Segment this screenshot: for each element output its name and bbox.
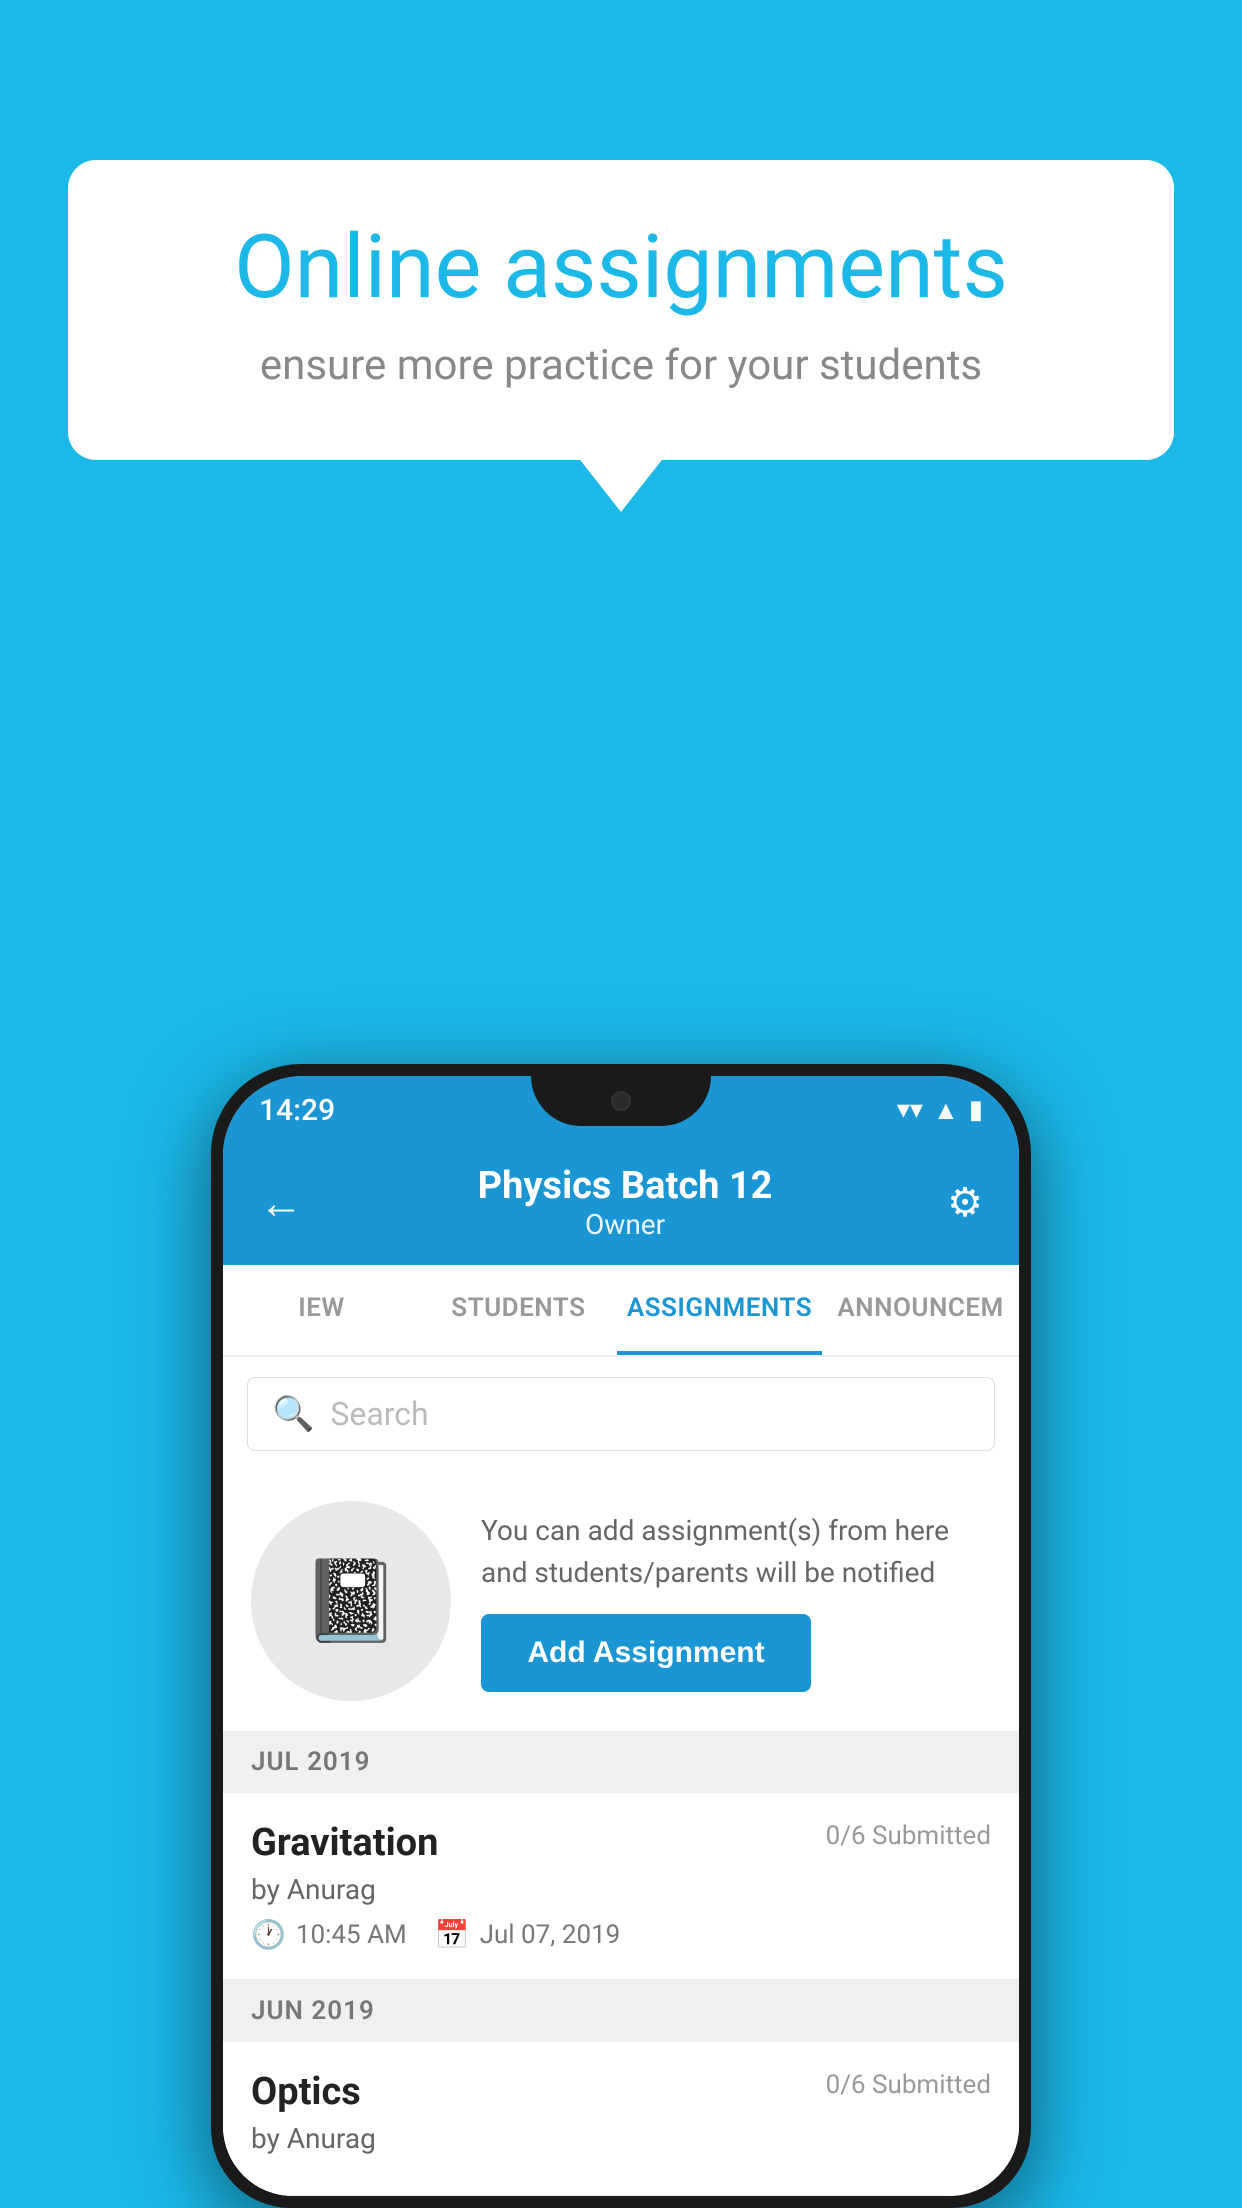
- assignment-author-optics: by Anurag: [251, 2122, 991, 2155]
- settings-button[interactable]: ⚙: [947, 1179, 983, 1226]
- speech-bubble-title: Online assignments: [138, 220, 1104, 317]
- add-assignment-button[interactable]: Add Assignment: [481, 1614, 811, 1692]
- search-container: 🔍 Search: [223, 1357, 1019, 1471]
- info-right: You can add assignment(s) from here and …: [481, 1510, 991, 1692]
- info-icon-circle: 📓: [251, 1501, 451, 1701]
- info-text: You can add assignment(s) from here and …: [481, 1510, 991, 1594]
- search-input-placeholder[interactable]: Search: [330, 1395, 428, 1433]
- speech-bubble: Online assignments ensure more practice …: [68, 160, 1174, 460]
- content-area: 🔍 Search 📓 You can add assignment(s) fro…: [223, 1357, 1019, 2196]
- calendar-icon: 📅: [435, 1918, 470, 1951]
- section-label-jun: JUN 2019: [251, 1996, 375, 2026]
- assignment-title-optics: Optics: [251, 2070, 361, 2114]
- status-bar: 14:29 ▾▾ ▲ ▮: [223, 1076, 1019, 1144]
- date-text: Jul 07, 2019: [480, 1920, 621, 1950]
- back-button[interactable]: ←: [259, 1177, 303, 1229]
- assignment-author-gravitation: by Anurag: [251, 1873, 991, 1906]
- speech-bubble-subtitle: ensure more practice for your students: [138, 341, 1104, 390]
- notebook-icon: 📓: [301, 1554, 401, 1648]
- phone-device: 14:29 ▾▾ ▲ ▮ ← Physics Batch 12 Owner ⚙: [211, 1064, 1031, 2208]
- assignment-item-gravitation[interactable]: Gravitation 0/6 Submitted by Anurag 🕐 10…: [223, 1793, 1019, 1980]
- assignment-item-optics[interactable]: Optics 0/6 Submitted by Anurag: [223, 2042, 1019, 2196]
- phone-outer-frame: 14:29 ▾▾ ▲ ▮ ← Physics Batch 12 Owner ⚙: [211, 1064, 1031, 2208]
- assignment-top: Gravitation 0/6 Submitted: [251, 1821, 991, 1865]
- status-icons: ▾▾ ▲ ▮: [897, 1095, 983, 1126]
- section-header-jul: JUL 2019: [223, 1731, 1019, 1793]
- assignment-submitted-gravitation: 0/6 Submitted: [826, 1821, 991, 1851]
- tab-students[interactable]: STUDENTS: [420, 1265, 617, 1355]
- assignment-title-gravitation: Gravitation: [251, 1821, 438, 1865]
- search-box[interactable]: 🔍 Search: [247, 1377, 995, 1451]
- phone-screen: 14:29 ▾▾ ▲ ▮ ← Physics Batch 12 Owner ⚙: [223, 1076, 1019, 2196]
- header-subtitle: Owner: [303, 1208, 947, 1241]
- wifi-icon: ▾▾: [897, 1095, 923, 1125]
- assignment-top-optics: Optics 0/6 Submitted: [251, 2070, 991, 2114]
- assignment-meta-gravitation: 🕐 10:45 AM 📅 Jul 07, 2019: [251, 1918, 991, 1951]
- speech-bubble-container: Online assignments ensure more practice …: [68, 160, 1174, 460]
- assignment-date: 📅 Jul 07, 2019: [435, 1918, 621, 1951]
- signal-icon: ▲: [933, 1095, 959, 1126]
- assignment-submitted-optics: 0/6 Submitted: [826, 2070, 991, 2100]
- tab-assignments[interactable]: ASSIGNMENTS: [617, 1265, 822, 1355]
- notch: [531, 1076, 711, 1126]
- assignment-time: 🕐 10:45 AM: [251, 1918, 407, 1951]
- camera: [611, 1091, 631, 1111]
- battery-icon: ▮: [969, 1095, 983, 1125]
- tab-announcements[interactable]: ANNOUNCEM: [822, 1265, 1019, 1355]
- clock-icon: 🕐: [251, 1918, 286, 1951]
- header-title: Physics Batch 12: [303, 1164, 947, 1208]
- header-center: Physics Batch 12 Owner: [303, 1164, 947, 1241]
- app-header: ← Physics Batch 12 Owner ⚙: [223, 1144, 1019, 1265]
- time-text: 10:45 AM: [296, 1920, 407, 1950]
- info-block: 📓 You can add assignment(s) from here an…: [223, 1471, 1019, 1731]
- tab-iew[interactable]: IEW: [223, 1265, 420, 1355]
- status-time: 14:29: [259, 1093, 335, 1128]
- search-icon: 🔍: [272, 1394, 314, 1434]
- section-label-jul: JUL 2019: [251, 1747, 371, 1777]
- section-header-jun: JUN 2019: [223, 1980, 1019, 2042]
- tab-bar: IEW STUDENTS ASSIGNMENTS ANNOUNCEM: [223, 1265, 1019, 1357]
